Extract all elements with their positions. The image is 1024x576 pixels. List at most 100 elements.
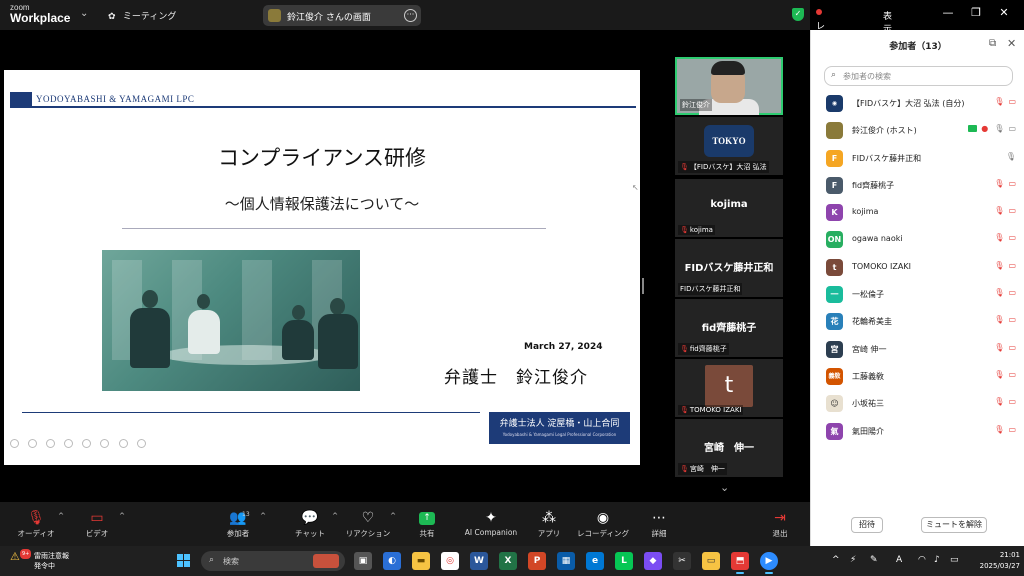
chevron-up-icon[interactable]: ^ (58, 512, 64, 520)
camera-off-icon[interactable]: ▭ (1008, 206, 1016, 215)
participant-search[interactable]: ⌕ (824, 66, 1013, 86)
apps-button[interactable]: ⁂ アプリ (519, 508, 579, 539)
mic-off-icon[interactable]: 🎙 (994, 233, 1004, 242)
restore-icon[interactable]: ❐ (968, 6, 984, 19)
snipping-icon[interactable]: ✂ (673, 552, 691, 570)
ime-icon[interactable]: A (896, 555, 902, 565)
slide-controls[interactable] (10, 433, 150, 448)
minimize-icon[interactable]: — (940, 6, 956, 19)
word-icon[interactable]: W (470, 552, 488, 570)
chat-button[interactable]: 💬 チャット ^ (280, 508, 340, 539)
file-explorer-icon[interactable]: ▬ (412, 552, 430, 570)
mic-off-icon[interactable]: 🎙 (994, 425, 1004, 434)
participant-row[interactable]: 鈴江俊介 (ホスト) ● 🎙 ▭ (811, 118, 1024, 145)
mic-icon[interactable]: 🎙 (994, 124, 1004, 133)
video-tile[interactable]: 宮崎 伸一 🎙宮崎 伸一 (675, 419, 783, 477)
mic-off-icon[interactable]: 🎙 (994, 206, 1004, 215)
mic-off-icon[interactable]: 🎙 (994, 97, 1004, 106)
screen-share-indicator[interactable]: 鈴江俊介 さんの画面 ··· (263, 5, 421, 26)
close-window-icon[interactable]: ✕ (996, 6, 1012, 19)
excel-icon[interactable]: X (499, 552, 517, 570)
camera-off-icon[interactable]: ▭ (1008, 97, 1016, 106)
camera-off-icon[interactable]: ▭ (1008, 288, 1016, 297)
participant-row[interactable]: 花 花輪希美圭 🎙 ▭ (811, 309, 1024, 336)
participant-row[interactable]: ON ogawa naoki 🎙 ▭ (811, 227, 1024, 254)
taskbar-search[interactable]: ⌕ 検索 (201, 551, 345, 571)
camera-off-icon[interactable]: ▭ (1008, 397, 1016, 406)
camera-off-icon[interactable]: ▭ (1008, 233, 1016, 242)
chevron-down-icon[interactable]: ⌄ (80, 8, 88, 19)
task-view-icon[interactable]: ▣ (354, 552, 372, 570)
video-tile[interactable]: kojima 🎙kojima (675, 179, 783, 237)
photos-icon[interactable]: ◆ (644, 552, 662, 570)
participant-row[interactable]: 一 一松倫子 🎙 ▭ (811, 282, 1024, 309)
participant-row[interactable]: 義敎 工藤義敎 🎙 ▭ (811, 364, 1024, 391)
close-icon[interactable]: ✕ (1007, 37, 1016, 50)
ai-companion-button[interactable]: ✦ AI Companion (461, 508, 521, 537)
slide-pen-icon[interactable] (46, 439, 56, 448)
chevron-up-icon[interactable]: ^ (119, 512, 125, 520)
participant-row[interactable]: t TOMOKO IZAKI 🎙 ▭ (811, 255, 1024, 282)
slide-zoom-icon[interactable] (64, 439, 74, 448)
edge-icon[interactable]: e (586, 552, 604, 570)
camera-off-icon[interactable]: ▭ (1008, 179, 1016, 188)
wifi-icon[interactable]: ◠ (918, 555, 926, 565)
slide-subtitle-icon[interactable] (100, 439, 110, 448)
popout-icon[interactable]: ⧉ (989, 38, 996, 49)
leave-button[interactable]: ⇥ 退出 (760, 508, 800, 539)
slide-camera-icon[interactable] (118, 439, 128, 448)
powerpoint-icon[interactable]: P (528, 552, 546, 570)
camera-off-icon[interactable]: ▭ (1008, 315, 1016, 324)
line-icon[interactable]: L (615, 552, 633, 570)
unmute-all-button[interactable]: ミュートを解除 (921, 517, 987, 533)
network-app-icon[interactable]: ⚡ (850, 555, 856, 565)
mic-icon[interactable]: 🎙 (1006, 152, 1016, 161)
camera-off-icon[interactable]: ▭ (1008, 425, 1016, 434)
chevron-up-icon[interactable]: ^ (390, 512, 396, 520)
participant-row[interactable]: ☺ 小坂祐三 🎙 ▭ (811, 391, 1024, 418)
camera-off-icon[interactable]: ▭ (1008, 261, 1016, 270)
slide-prev-icon[interactable] (10, 439, 19, 448)
split-handle[interactable] (642, 278, 644, 294)
chrome-icon[interactable]: ◎ (441, 552, 459, 570)
participant-row[interactable]: ◉ 【FIDバスケ】大沼 弘法 (自分) 🎙 ▭ (811, 91, 1024, 118)
speaker-icon[interactable]: ♪ (934, 555, 940, 565)
pdf-icon[interactable]: ⬒ (731, 552, 749, 574)
browser-icon[interactable]: ◐ (383, 552, 401, 570)
more-options-icon[interactable]: ··· (404, 9, 417, 22)
camera-icon[interactable]: ▭ (1008, 124, 1016, 133)
sticky-notes-icon[interactable]: ▭ (702, 552, 720, 570)
app-brand[interactable]: zoom Workplace (10, 3, 70, 24)
chevron-up-icon[interactable]: ^ (260, 512, 266, 520)
record-button[interactable]: ◉ レコーディング (573, 508, 633, 539)
chevron-up-icon[interactable]: ^ (832, 555, 840, 565)
participant-row[interactable]: F FIDバスケ藤井正和 🎙 (811, 146, 1024, 173)
video-button[interactable]: ▭ ビデオ ^ (67, 508, 127, 539)
more-button[interactable]: ⋯ 詳細 (629, 508, 689, 539)
system-clock[interactable]: 21:01 2025/03/27 (968, 550, 1020, 572)
mic-off-icon[interactable]: 🎙 (994, 397, 1004, 406)
mic-off-icon[interactable]: 🎙 (994, 261, 1004, 270)
participant-row[interactable]: K kojima 🎙 ▭ (811, 200, 1024, 227)
chevron-down-icon[interactable]: ⌄ (720, 481, 729, 494)
search-input[interactable] (843, 70, 1003, 83)
participant-row[interactable]: 宮 宮崎 伸一 🎙 ▭ (811, 337, 1024, 364)
share-button[interactable]: ↑ 共有 (397, 508, 457, 539)
mic-off-icon[interactable]: 🎙 (994, 315, 1004, 324)
camera-off-icon[interactable]: ▭ (1008, 343, 1016, 352)
video-tile[interactable]: t 🎙TOMOKO IZAKI (675, 359, 783, 417)
audio-button[interactable]: 🎙 オーディオ ^ (6, 508, 66, 539)
windows-start-icon[interactable] (177, 554, 191, 568)
slide-grid-icon[interactable] (82, 439, 92, 448)
mic-off-icon[interactable]: 🎙 (994, 179, 1004, 188)
reactions-button[interactable]: ♡ リアクション ^ (338, 508, 398, 539)
mic-off-icon[interactable]: 🎙 (994, 370, 1004, 379)
calculator-icon[interactable]: ▦ (557, 552, 575, 570)
video-tile[interactable]: fid齊藤桃子 🎙fid齊藤桃子 (675, 299, 783, 357)
video-tile[interactable]: TOKYO 🎙【FIDバスケ】大沼 弘法 (675, 117, 783, 175)
video-tile[interactable]: FIDバスケ藤井正和 FIDバスケ藤井正和 (675, 239, 783, 297)
battery-icon[interactable]: ▭ (950, 555, 959, 565)
meeting-menu[interactable]: ✿ ミーティング (108, 9, 176, 22)
camera-off-icon[interactable]: ▭ (1008, 370, 1016, 379)
mic-off-icon[interactable]: 🎙 (994, 288, 1004, 297)
